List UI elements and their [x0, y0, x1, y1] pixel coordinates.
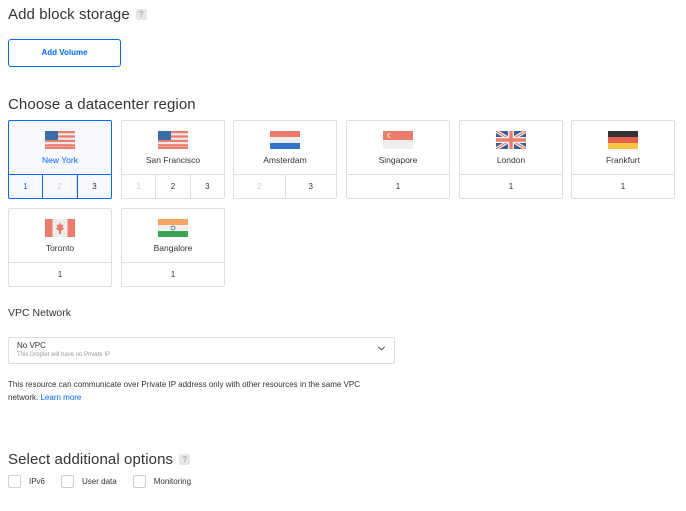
region-number-option[interactable]: 1 — [572, 175, 674, 198]
vpc-select-subtext: This Droplet will have no Private IP — [17, 352, 111, 358]
datacenter-heading: Choose a datacenter region — [8, 96, 196, 113]
option-user-data[interactable]: User data — [61, 475, 117, 488]
uk-flag-icon — [496, 131, 526, 149]
region-card-london[interactable]: London 1 — [459, 120, 563, 199]
region-number-selector: 1 — [122, 262, 224, 286]
region-card-amsterdam[interactable]: Amsterdam 2 3 — [233, 120, 337, 199]
canada-flag-icon — [45, 219, 75, 237]
vpc-select-value: No VPC — [17, 341, 46, 350]
region-name: Singapore — [378, 155, 418, 165]
user-data-checkbox[interactable] — [61, 475, 75, 488]
region-number-option[interactable]: 1 — [122, 175, 157, 198]
ipv6-checkbox[interactable] — [8, 475, 21, 488]
region-number-option[interactable]: 2 — [43, 175, 77, 198]
chevron-down-icon — [377, 346, 386, 351]
help-icon[interactable]: ? — [179, 453, 191, 465]
additional-options-list: IPv6 User data Monitoring — [8, 475, 207, 488]
vpc-select[interactable]: No VPC This Droplet will have no Private… — [8, 337, 395, 364]
region-name: Frankfurt — [605, 155, 640, 165]
help-icon[interactable]: ? — [135, 8, 147, 20]
region-number-selector: 1 2 3 — [122, 174, 224, 198]
us-flag-icon — [45, 131, 75, 149]
learn-more-link[interactable]: Learn more — [40, 393, 81, 402]
india-flag-icon — [158, 219, 188, 237]
region-card-frankfurt[interactable]: Frankfurt 1 — [571, 120, 675, 199]
singapore-flag-icon — [383, 131, 413, 149]
region-number-selector: 1 — [9, 262, 111, 286]
region-name: Amsterdam — [263, 155, 307, 165]
region-number-option[interactable]: 1 — [9, 263, 111, 286]
vpc-description: This resource can communicate over Priva… — [8, 380, 361, 402]
region-name: Toronto — [45, 243, 75, 253]
region-number-option[interactable]: 3 — [191, 175, 224, 198]
us-flag-icon — [158, 131, 188, 149]
region-number-selector: 1 — [572, 174, 674, 198]
region-number-option[interactable]: 1 — [122, 263, 224, 286]
region-card-new-york[interactable]: New York 1 2 3 — [8, 120, 112, 199]
region-card-bangalore[interactable]: Bangalore 1 — [121, 208, 225, 287]
region-card-singapore[interactable]: Singapore 1 — [346, 120, 450, 199]
region-number-selector: 1 — [347, 174, 449, 198]
germany-flag-icon — [608, 131, 638, 149]
region-name: Bangalore — [153, 243, 193, 253]
region-number-option[interactable]: 2 — [156, 175, 191, 198]
add-volume-button[interactable]: Add Volume — [8, 39, 121, 67]
additional-options-heading: Select additional options? — [8, 451, 191, 468]
region-number-selector: 2 3 — [234, 174, 336, 198]
region-name: San Francisco — [145, 155, 201, 165]
region-number-option[interactable]: 2 — [234, 175, 286, 198]
region-name: New York — [42, 155, 78, 165]
monitoring-checkbox[interactable] — [132, 475, 146, 488]
block-storage-heading: Add block storage? — [8, 6, 147, 23]
region-name: London — [496, 155, 526, 165]
option-ipv6[interactable]: IPv6 — [8, 475, 45, 488]
region-number-option[interactable]: 1 — [460, 175, 562, 198]
region-number-option[interactable]: 1 — [347, 175, 449, 198]
option-monitoring[interactable]: Monitoring — [132, 475, 191, 488]
region-number-option[interactable]: 3 — [286, 175, 337, 198]
region-number-option[interactable]: 3 — [77, 175, 111, 198]
region-card-toronto[interactable]: Toronto 1 — [8, 208, 112, 287]
region-number-selector: 1 2 3 — [9, 174, 111, 198]
region-card-san-francisco[interactable]: San Francisco 1 2 3 — [121, 120, 225, 199]
vpc-heading: VPC Network — [8, 307, 72, 319]
region-number-option[interactable]: 1 — [9, 175, 43, 198]
region-number-selector: 1 — [460, 174, 562, 198]
netherlands-flag-icon — [270, 131, 300, 149]
